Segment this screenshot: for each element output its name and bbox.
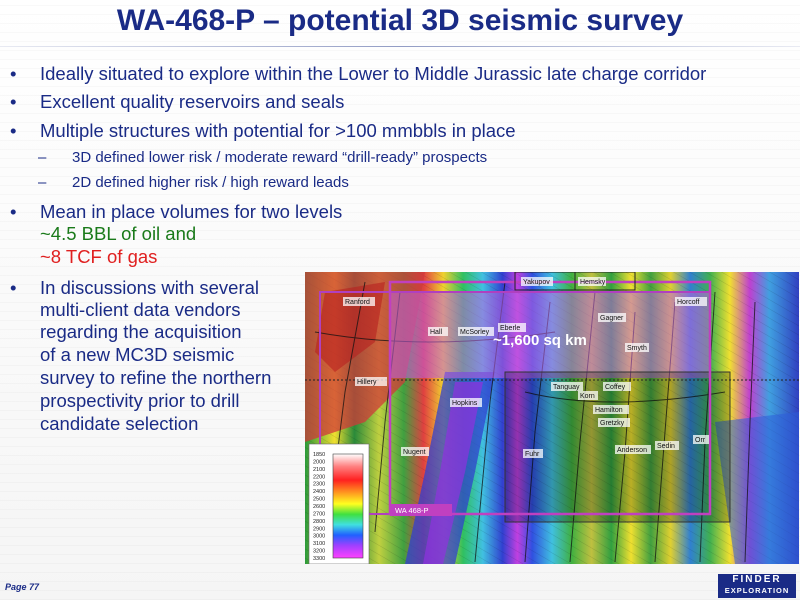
seismic-depth-map: 1850 2000 2100 2200 2300 2400 2500 2600 2700 2800… xyxy=(305,272,799,564)
colorbar-tick: 3300 xyxy=(313,556,325,562)
prospect-label-ranford: Ranford xyxy=(345,299,370,306)
prospect-label-tanguay: Tanguay xyxy=(553,384,580,391)
company-logo: FINDER EXPLORATION xyxy=(718,574,796,598)
prospect-label-korn: Korn xyxy=(580,393,595,400)
colorbar-tick: 1850 xyxy=(313,452,325,458)
bullet-dot: • xyxy=(10,120,17,141)
bullet-text: In discussions with several xyxy=(40,277,260,298)
bullet-text: Excellent quality reservoirs and seals xyxy=(40,91,345,112)
colorbar-tick: 3200 xyxy=(313,549,325,555)
colorbar-tick: 2600 xyxy=(313,504,325,510)
bullet-dot: • xyxy=(10,201,17,222)
bullet-text: Multiple structures with potential for >… xyxy=(40,120,516,141)
colorbar-tick: 2100 xyxy=(313,467,325,473)
prospect-label-fuhr: Fuhr xyxy=(525,451,540,458)
prospect-label-smyth: Smyth xyxy=(627,345,647,352)
discussion-text: candidate selection xyxy=(40,413,199,434)
colorbar-tick: 2000 xyxy=(313,459,325,465)
survey-area-label: ~1,600 sq km xyxy=(493,332,587,349)
colorbar-tick: 3100 xyxy=(313,541,325,547)
colorbar-tick: 3000 xyxy=(313,534,325,540)
prospect-label-hopkins: Hopkins xyxy=(452,400,478,407)
gas-volume-text: ~8 TCF of gas xyxy=(40,246,158,267)
logo-line-2: EXPLORATION xyxy=(724,586,790,595)
colorbar-tick: 2700 xyxy=(313,511,325,517)
discussion-text: multi-client data vendors xyxy=(40,299,241,320)
prospect-label-coffey: Coffey xyxy=(605,384,626,391)
colorbar-tick: 2300 xyxy=(313,482,325,488)
bullet-dot: • xyxy=(10,277,17,298)
colorbar-tick: 2900 xyxy=(313,526,325,532)
colorbar-tick: 2200 xyxy=(313,474,325,480)
bullet-dot: • xyxy=(10,91,17,112)
sub-bullet-text: 2D defined higher risk / high reward lea… xyxy=(72,174,349,191)
slide-title: WA-468-P – potential 3D seismic survey xyxy=(116,4,684,37)
prospect-label-nugent: Nugent xyxy=(403,449,426,456)
oil-volume-text: ~4.5 BBL of oil and xyxy=(40,223,197,244)
prospect-label-hamilton: Hamilton xyxy=(595,407,623,414)
prospect-label-anderson: Anderson xyxy=(617,447,647,454)
prospect-label-hemsky: Hemsky xyxy=(580,279,606,286)
prospect-label-gretzky: Gretzky xyxy=(600,420,625,427)
sub-bullet-dash: – xyxy=(38,174,47,191)
prospect-label-hall: Hall xyxy=(430,329,443,336)
colorbar-tick: 2400 xyxy=(313,489,325,495)
logo-line-1: FINDER xyxy=(732,574,782,585)
prospect-label-sedin: Sedin xyxy=(657,443,675,450)
prospect-label-mcsorley: McSorley xyxy=(460,329,490,336)
prospect-label-gagner: Gagner xyxy=(600,315,624,322)
discussion-text: survey to refine the northern xyxy=(40,367,272,388)
page-number: Page 77 xyxy=(5,582,40,592)
bullet-text: Ideally situated to explore within the L… xyxy=(40,63,707,84)
sub-bullet-dash: – xyxy=(38,149,47,166)
discussion-text: regarding the acquisition xyxy=(40,321,242,342)
bullet-dot: • xyxy=(10,63,17,84)
prospect-label-horcoff: Horcoff xyxy=(677,299,699,306)
colorbar-tick: 2800 xyxy=(313,519,325,525)
sub-bullet-text: 3D defined lower risk / moderate reward … xyxy=(72,149,488,166)
prospect-label-hillery: Hillery xyxy=(357,379,377,386)
prospect-label-orr: Orr xyxy=(695,437,706,444)
prospect-label-yakupov: Yakupov xyxy=(523,279,550,286)
discussion-text: of a new MC3D seismic xyxy=(40,344,235,365)
discussion-text: prospectivity prior to drill xyxy=(40,390,240,411)
bullet-text: Mean in place volumes for two levels xyxy=(40,201,343,222)
seismic-map-svg: 18502000 21002200 23002400 250026002700 2800… xyxy=(305,272,799,564)
title-divider xyxy=(0,46,800,47)
permit-label: WA 468-P xyxy=(395,506,429,515)
prospect-label-eberle: Eberle xyxy=(500,325,520,332)
colorbar-tick: 2500 xyxy=(313,497,325,503)
